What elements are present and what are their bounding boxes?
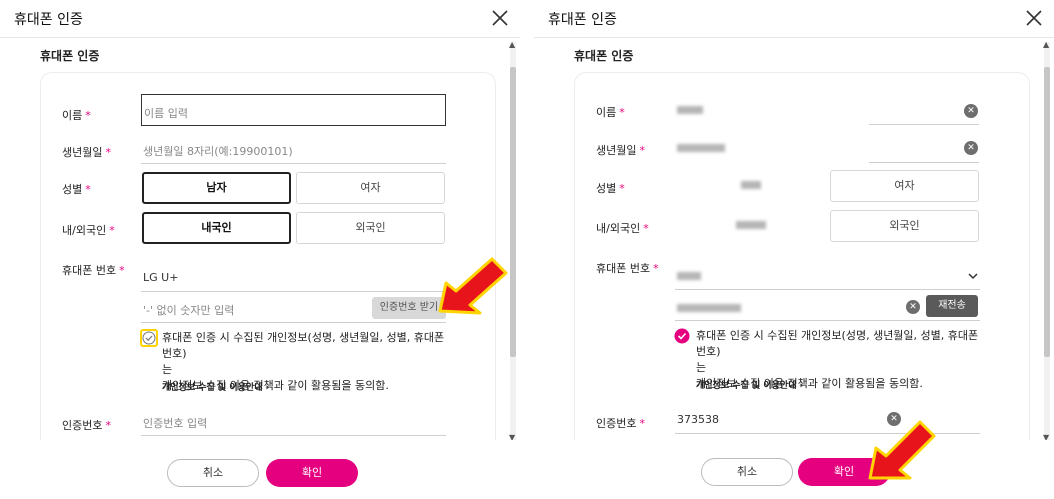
clear-icon[interactable]: ✕ bbox=[964, 104, 978, 118]
annotation-arrow-icon bbox=[438, 257, 508, 315]
nationality-foreign-option[interactable]: 외국인 bbox=[296, 212, 445, 244]
scroll-up-icon[interactable]: ▲ bbox=[509, 40, 515, 49]
birth-label: 생년월일 * bbox=[596, 144, 645, 157]
nationality-label: 내/외국인 * bbox=[62, 224, 115, 237]
gender-female-option[interactable]: 여자 bbox=[830, 170, 979, 202]
auth-code-input[interactable]: 인증번호 입력 bbox=[141, 406, 446, 436]
scrollbar[interactable]: ▲ ▼ bbox=[1043, 40, 1050, 442]
chevron-right-icon: › bbox=[265, 383, 270, 393]
masked-phone bbox=[677, 304, 741, 312]
birth-label: 생년월일 * bbox=[62, 146, 111, 159]
masked-birth bbox=[677, 144, 725, 152]
cancel-button[interactable]: 취소 bbox=[701, 458, 793, 486]
section-title: 휴대폰 인증 bbox=[40, 49, 100, 63]
clear-icon[interactable]: ✕ bbox=[964, 141, 978, 155]
dialog-title: 휴대폰 인증 bbox=[548, 12, 617, 28]
dialog-title: 휴대폰 인증 bbox=[14, 12, 83, 28]
name-input[interactable]: 이름 입력 bbox=[141, 94, 446, 126]
chevron-right-icon: › bbox=[799, 381, 804, 391]
auth-code-label: 인증번호 * bbox=[596, 417, 645, 430]
phone-underline bbox=[141, 322, 446, 323]
name-label: 이름 * bbox=[62, 109, 91, 122]
annotation-arrow-icon bbox=[868, 420, 936, 480]
name-underline bbox=[869, 124, 979, 125]
consent-link[interactable]: 개인정보 수집 및 이용안내 › bbox=[696, 378, 803, 391]
scrollbar-thumb[interactable] bbox=[1044, 67, 1050, 357]
confirm-button[interactable]: 확인 bbox=[266, 459, 358, 487]
masked-nationality bbox=[736, 221, 766, 229]
masked-gender bbox=[741, 181, 761, 189]
footer bbox=[0, 440, 520, 499]
chevron-down-icon[interactable] bbox=[968, 272, 978, 280]
gender-label: 성별 * bbox=[62, 183, 91, 196]
footer bbox=[534, 440, 1054, 499]
carrier-select[interactable] bbox=[675, 260, 980, 290]
clear-icon[interactable]: ✕ bbox=[906, 300, 920, 314]
cancel-button[interactable]: 취소 bbox=[167, 459, 259, 487]
dialog-right: 휴대폰 인증 ▲ ▼ 휴대폰 인증 이름 * ✕ 생년월일 * ✕ 성별 * 여자 내… bbox=[534, 0, 1054, 499]
gender-label: 성별 * bbox=[596, 182, 625, 195]
nationality-foreign-option[interactable]: 외국인 bbox=[830, 210, 979, 242]
resend-button[interactable]: 재전송 bbox=[926, 295, 978, 317]
masked-name bbox=[677, 106, 703, 114]
carrier-select[interactable]: LG U+ bbox=[141, 262, 446, 292]
nationality-domestic-option[interactable]: 내국인 bbox=[142, 212, 291, 244]
phone-input[interactable]: '-' 없이 숫자만 입력 bbox=[141, 293, 381, 323]
consent-link[interactable]: 개인정보 수집 및 이용안내 › bbox=[162, 380, 269, 393]
birth-input[interactable] bbox=[675, 132, 980, 162]
close-icon[interactable] bbox=[488, 6, 512, 30]
phone-label: 휴대폰 번호 * bbox=[62, 264, 125, 277]
dialog-titlebar: 휴대폰 인증 bbox=[534, 0, 1054, 38]
birth-underline bbox=[869, 162, 979, 163]
auth-code-label: 인증번호 * bbox=[62, 419, 111, 432]
name-input[interactable] bbox=[675, 94, 980, 124]
phone-input[interactable] bbox=[675, 292, 895, 322]
check-circle-icon[interactable] bbox=[142, 331, 156, 345]
dialog-left: 휴대폰 인증 ▲ ▼ 휴대폰 인증 이름 * 이름 입력 생년월일 * 생년월일 8… bbox=[0, 0, 520, 499]
birth-input[interactable]: 생년월일 8자리(예:19900101) bbox=[141, 134, 446, 164]
name-label: 이름 * bbox=[596, 106, 625, 119]
gender-male-option[interactable] bbox=[676, 170, 826, 202]
section-title: 휴대폰 인증 bbox=[574, 49, 634, 63]
nationality-domestic-option[interactable] bbox=[676, 210, 826, 242]
gender-female-option[interactable]: 여자 bbox=[296, 172, 445, 204]
dialog-titlebar: 휴대폰 인증 bbox=[0, 0, 520, 38]
scrollbar[interactable]: ▲ ▼ bbox=[509, 40, 516, 442]
check-circle-icon[interactable] bbox=[674, 328, 690, 344]
phone-underline bbox=[675, 320, 980, 321]
nationality-label: 내/외국인 * bbox=[596, 222, 649, 235]
close-icon[interactable] bbox=[1022, 6, 1046, 30]
scroll-up-icon[interactable]: ▲ bbox=[1043, 40, 1049, 49]
gender-male-option[interactable]: 남자 bbox=[142, 172, 291, 204]
masked-carrier bbox=[677, 272, 701, 280]
phone-label: 휴대폰 번호 * bbox=[596, 262, 659, 275]
